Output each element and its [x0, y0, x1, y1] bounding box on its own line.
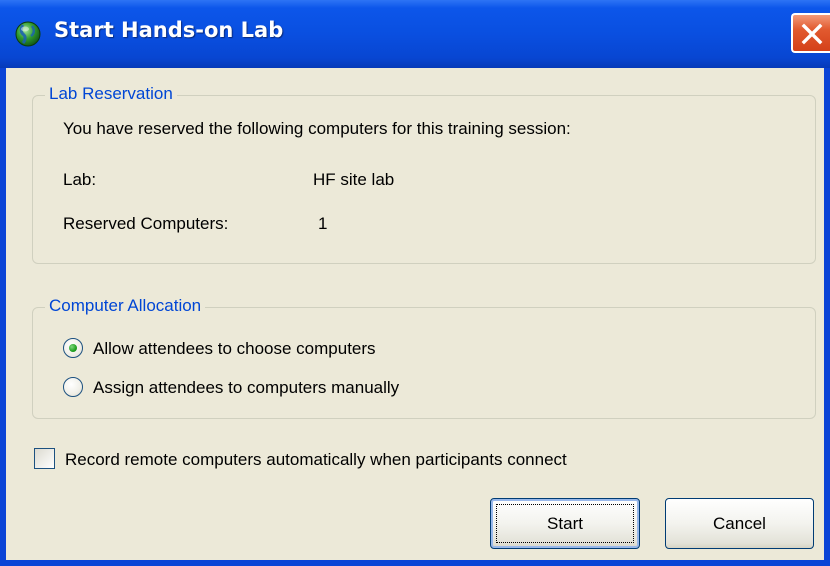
- globe-icon: [14, 20, 42, 48]
- computer-allocation-legend: Computer Allocation: [45, 296, 206, 316]
- reservation-intro-text: You have reserved the following computer…: [63, 119, 571, 138]
- window-title: Start Hands-on Lab: [54, 18, 284, 42]
- close-x-icon: [801, 23, 823, 45]
- assign-manually-radio[interactable]: [63, 377, 83, 397]
- start-button[interactable]: Start: [490, 498, 640, 549]
- allow-choose-label[interactable]: Allow attendees to choose computers: [93, 339, 376, 359]
- dialog-window: Start Hands-on Lab Lab Reservation You h…: [0, 0, 830, 566]
- title-bar[interactable]: Start Hands-on Lab: [0, 0, 830, 68]
- lab-label: Lab:: [63, 170, 97, 189]
- radio-selected-dot: [69, 344, 77, 352]
- cancel-button-label: Cancel: [713, 513, 766, 533]
- reserved-computers-value: 1: [318, 214, 328, 233]
- record-remote-checkbox[interactable]: [34, 448, 55, 469]
- computer-allocation-group: Computer Allocation: [32, 296, 816, 419]
- lab-value: HF site lab: [313, 170, 395, 189]
- dialog-content: Lab Reservation You have reserved the fo…: [6, 68, 824, 560]
- cancel-button[interactable]: Cancel: [665, 498, 814, 549]
- close-button[interactable]: [791, 13, 830, 53]
- assign-manually-label[interactable]: Assign attendees to computers manually: [93, 378, 399, 398]
- allow-choose-radio[interactable]: [63, 338, 83, 358]
- focus-rectangle: [496, 504, 634, 543]
- reserved-computers-label: Reserved Computers:: [63, 214, 229, 233]
- record-remote-label[interactable]: Record remote computers automatically wh…: [65, 450, 567, 470]
- lab-reservation-legend: Lab Reservation: [45, 84, 177, 104]
